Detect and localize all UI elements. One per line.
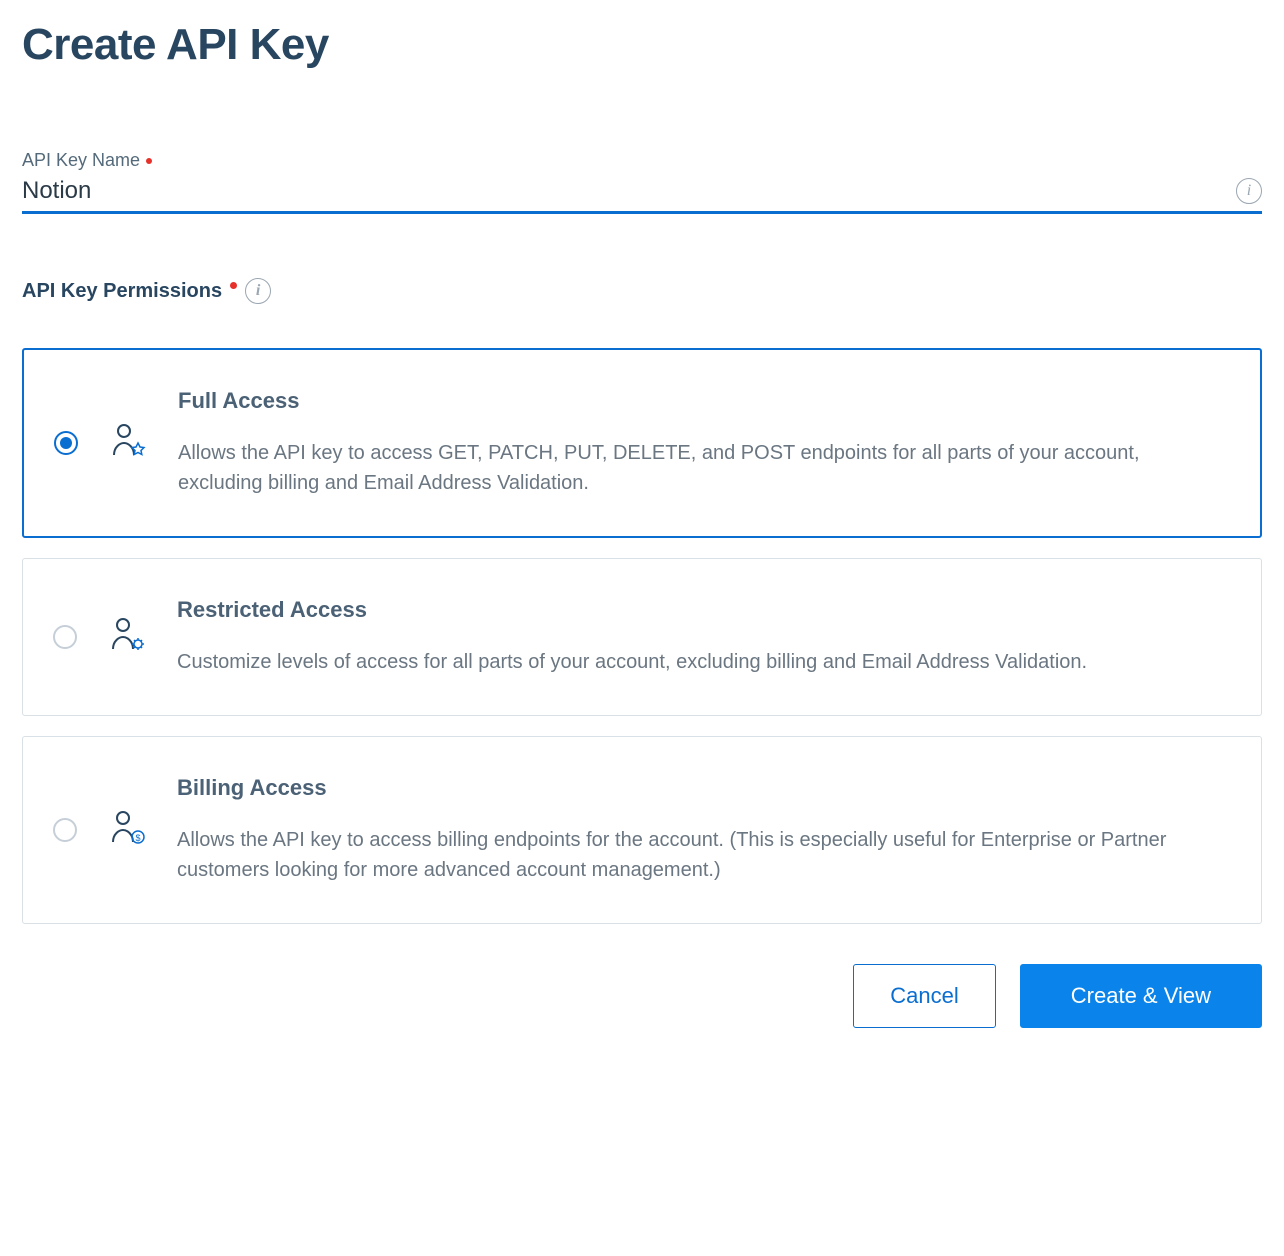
option-description: Customize levels of access for all parts… (177, 647, 1221, 677)
cancel-button[interactable]: Cancel (853, 964, 995, 1028)
permissions-section-label: API Key Permissions i (22, 278, 1262, 304)
user-star-icon (108, 421, 148, 466)
permissions-label-text: API Key Permissions (22, 280, 222, 303)
api-key-name-label: API Key Name (22, 150, 1262, 171)
permission-option-restricted-access[interactable]: Restricted Access Customize levels of ac… (22, 558, 1262, 716)
radio-full-access[interactable] (54, 431, 78, 455)
radio-billing-access[interactable] (53, 818, 77, 842)
radio-restricted-access[interactable] (53, 625, 77, 649)
api-key-name-input[interactable] (22, 177, 1236, 205)
option-title: Full Access (178, 388, 1220, 414)
page-title: Create API Key (22, 20, 1262, 70)
user-gear-icon (107, 615, 147, 660)
required-indicator-icon (146, 158, 152, 164)
action-bar: Cancel Create & View (22, 964, 1262, 1028)
required-indicator-icon (230, 282, 237, 289)
info-icon[interactable]: i (1236, 178, 1262, 204)
permission-option-billing-access[interactable]: $ Billing Access Allows the API key to a… (22, 736, 1262, 924)
option-title: Billing Access (177, 775, 1221, 801)
info-icon[interactable]: i (245, 278, 271, 304)
option-title: Restricted Access (177, 597, 1221, 623)
create-and-view-button[interactable]: Create & View (1020, 964, 1262, 1028)
option-description: Allows the API key to access billing end… (177, 825, 1221, 885)
api-key-name-label-text: API Key Name (22, 150, 140, 171)
svg-text:$: $ (135, 833, 140, 843)
user-dollar-icon: $ (107, 808, 147, 853)
option-description: Allows the API key to access GET, PATCH,… (178, 438, 1220, 498)
permission-option-full-access[interactable]: Full Access Allows the API key to access… (22, 348, 1262, 538)
api-key-name-input-wrap[interactable]: i (22, 177, 1262, 214)
